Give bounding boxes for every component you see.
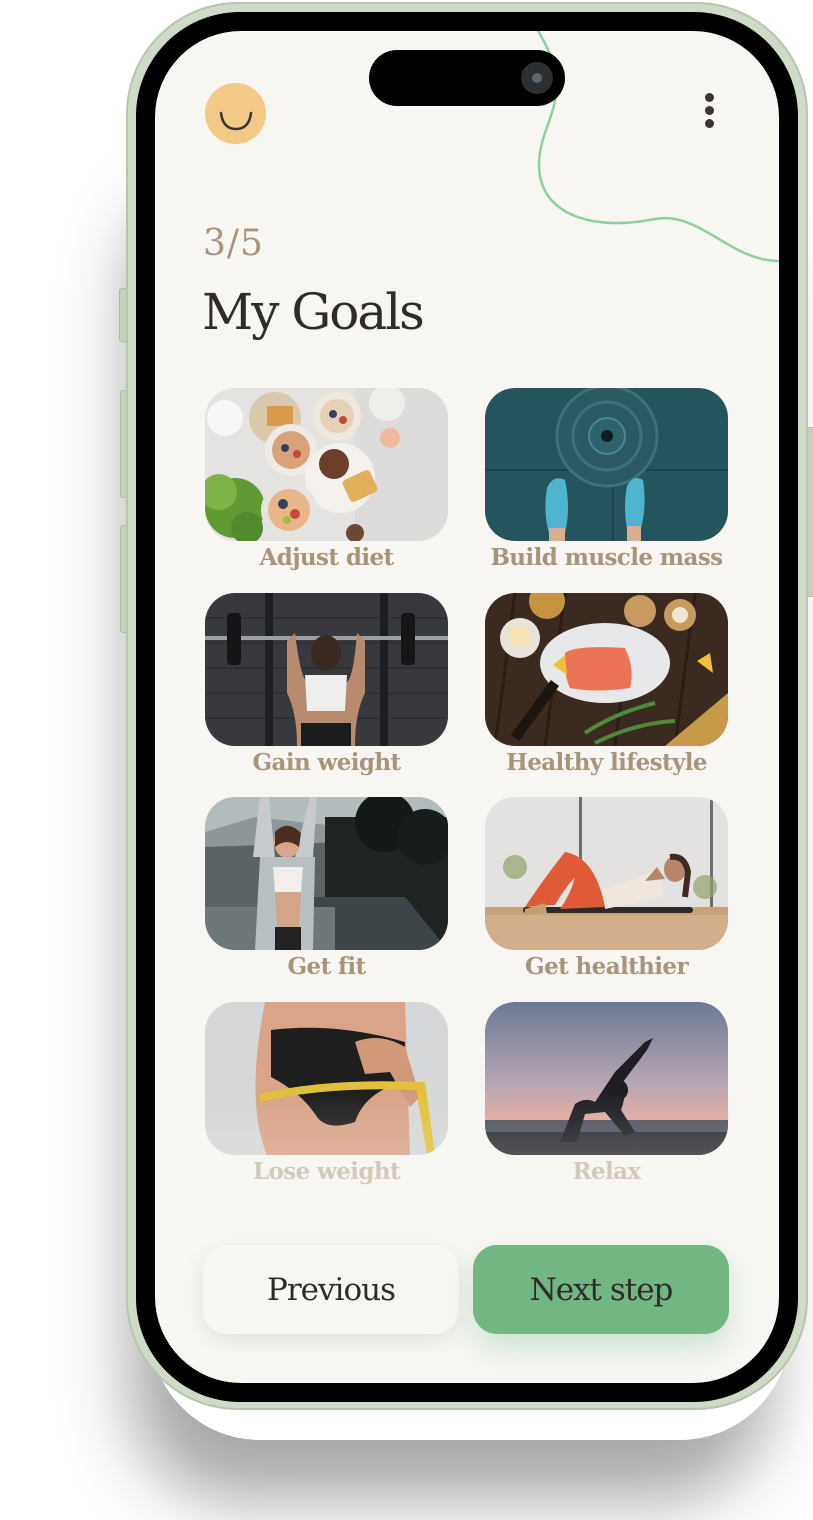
front-camera bbox=[521, 62, 553, 94]
goal-label: Get fit bbox=[287, 953, 367, 980]
goal-image bbox=[205, 593, 448, 746]
vertical-ellipsis-icon bbox=[704, 119, 714, 128]
goal-label: Gain weight bbox=[252, 749, 401, 776]
goal-tile-relax[interactable]: Relax bbox=[485, 1002, 728, 1185]
dynamic-island bbox=[369, 50, 565, 106]
goal-image bbox=[485, 388, 728, 541]
goal-tile-get-fit[interactable]: Get fit bbox=[205, 797, 448, 980]
goal-image bbox=[205, 797, 448, 950]
vertical-ellipsis-icon bbox=[704, 93, 714, 102]
goal-tile-build-muscle-mass[interactable]: Build muscle mass bbox=[485, 388, 728, 571]
goal-label: Get healthier bbox=[525, 953, 689, 980]
goal-label: Lose weight bbox=[252, 1158, 401, 1185]
more-options-button[interactable] bbox=[701, 93, 717, 137]
goal-tile-lose-weight[interactable]: Lose weight bbox=[205, 1002, 448, 1185]
goal-tile-healthy-lifestyle[interactable]: Healthy lifestyle bbox=[485, 593, 728, 776]
goal-tile-gain-weight[interactable]: Gain weight bbox=[205, 593, 448, 776]
goal-label: Build muscle mass bbox=[490, 544, 723, 571]
goal-image bbox=[485, 1002, 728, 1155]
smiley-face-icon[interactable] bbox=[205, 83, 266, 144]
goal-image bbox=[485, 593, 728, 746]
goal-image bbox=[205, 388, 448, 541]
step-indicator: 3/5 bbox=[203, 223, 264, 264]
goal-label: Adjust diet bbox=[259, 544, 394, 571]
page-title: My Goals bbox=[202, 283, 425, 341]
goal-label: Relax bbox=[572, 1158, 641, 1185]
next-step-button[interactable]: Next step bbox=[473, 1245, 729, 1334]
goal-tile-adjust-diet[interactable]: Adjust diet bbox=[205, 388, 448, 571]
vertical-ellipsis-icon bbox=[704, 106, 714, 115]
goal-tile-get-healthier[interactable]: Get healthier bbox=[485, 797, 728, 980]
app-screen: 3/5 My Goals Adjust diet Build muscle ma… bbox=[155, 31, 779, 1383]
goal-image bbox=[485, 797, 728, 950]
goal-image bbox=[205, 1002, 448, 1155]
goal-label: Healthy lifestyle bbox=[506, 749, 707, 776]
previous-button[interactable]: Previous bbox=[203, 1245, 459, 1334]
